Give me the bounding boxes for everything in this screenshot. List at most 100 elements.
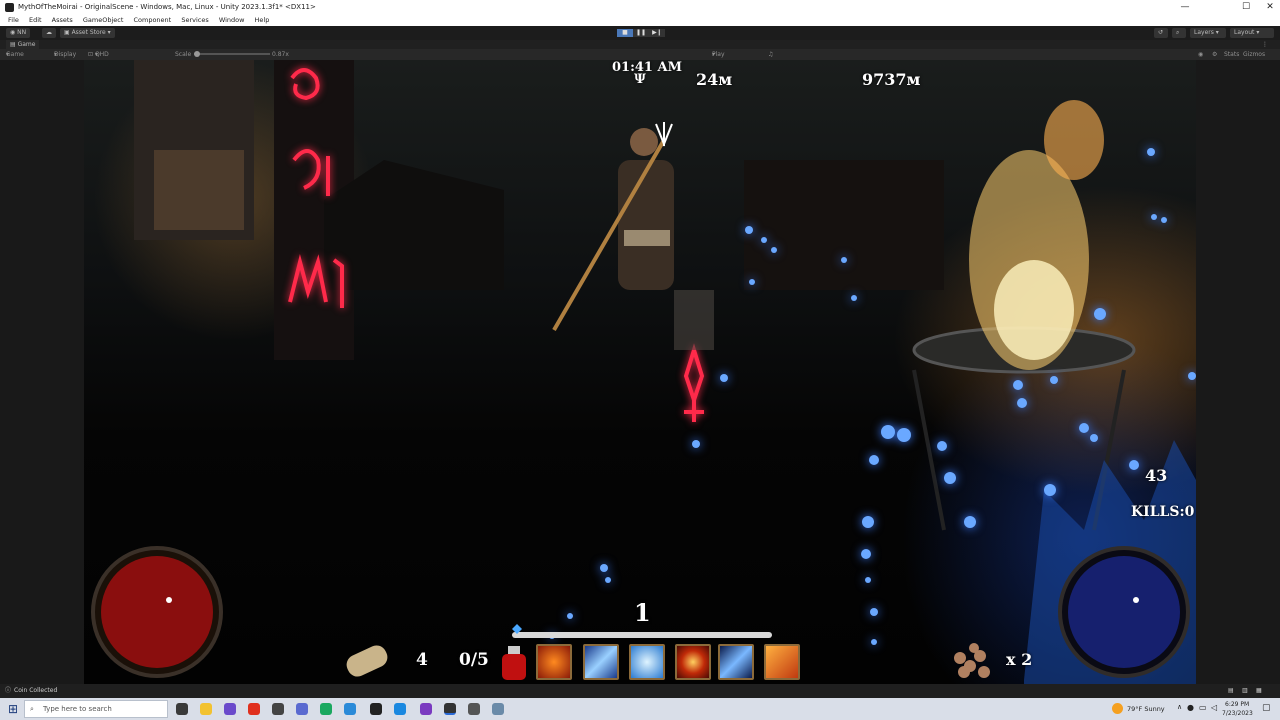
game-viewport[interactable]: 01:41 AM Ψ 24м 9737м 1 4 0/5 43 KILLS:0 … [84, 60, 1196, 684]
maximize-button[interactable]: ☐ [1242, 2, 1250, 12]
file-explorer-icon[interactable] [200, 703, 212, 715]
hero-character [552, 122, 714, 350]
stats-button[interactable]: Stats [1224, 49, 1239, 60]
mute-audio-icon[interactable]: ♫ [768, 49, 773, 60]
house-window [154, 150, 244, 230]
depth-counter: 24м [696, 70, 733, 89]
blade-skill-icon[interactable] [764, 644, 800, 680]
cube-app-icon[interactable] [468, 703, 480, 715]
trident-icon: Ψ [634, 72, 646, 87]
weather-text[interactable]: 79°F Sunny [1127, 705, 1165, 713]
taskbar-search-box[interactable]: ⌕ Type here to search [24, 700, 168, 718]
scale-value: 0.87x [272, 51, 289, 58]
settings-icon[interactable]: ⚙ [1212, 49, 1217, 60]
unity-logo-icon [5, 3, 14, 12]
task-view-icon[interactable] [176, 703, 188, 715]
visual-studio-icon[interactable] [420, 703, 432, 715]
menu-assets[interactable]: Assets [52, 15, 73, 26]
weather-icon[interactable] [1112, 703, 1123, 714]
game-view-toolbar: Game ▾ Display 1 ▾ ⊡ QHD (2560x1440) ▾ S… [0, 49, 1280, 69]
more-options-icon[interactable]: ⋮ [1262, 40, 1268, 49]
mana-orb-glint [1133, 597, 1139, 603]
game-tab-bar: ▤ Game ⋮ [0, 40, 1280, 49]
account-button[interactable]: ◉ NN [6, 28, 31, 38]
taskbar-date[interactable]: 7/23/2023 [1222, 710, 1253, 717]
menu-file[interactable]: File [8, 15, 19, 26]
asset-store-button[interactable]: ▣ Asset Store ▾ [60, 28, 115, 38]
ammo-count: 43 [1145, 466, 1168, 485]
console-message[interactable]: Coin Collected [14, 684, 57, 698]
volume-icon[interactable]: ◁ [1211, 703, 1217, 712]
player-level: 1 [634, 598, 651, 627]
game-view-letterbox-right [1196, 60, 1280, 684]
unity-hub-icon[interactable] [370, 703, 382, 715]
game-mode-dropdown[interactable]: Game ▾ [6, 49, 24, 60]
play-icon[interactable]: ■ [617, 29, 633, 37]
scale-slider-handle[interactable] [194, 51, 200, 57]
menu-services[interactable]: Services [181, 15, 208, 26]
distant-house [744, 160, 944, 290]
windows-start-icon[interactable]: ⊞ [8, 702, 18, 716]
media-app-icon[interactable] [248, 703, 260, 715]
lightning-skill-icon[interactable] [583, 644, 619, 680]
unity-editor-icon[interactable] [444, 703, 456, 715]
kills-counter: KILLS:0 [1131, 504, 1195, 520]
discord-icon[interactable] [296, 703, 308, 715]
network-icon[interactable]: ▭ [1199, 703, 1207, 712]
distance-counter: 9737м [862, 70, 921, 89]
game-view-letterbox-left [0, 60, 84, 684]
minimize-button[interactable]: — [1170, 0, 1200, 15]
health-orb [101, 556, 213, 668]
tab-game[interactable]: ▤ Game [6, 40, 40, 49]
fire-swirl-skill-icon[interactable] [675, 644, 711, 680]
menu-window[interactable]: Window [219, 15, 245, 26]
experience-bar [512, 632, 772, 638]
frost-skill-icon[interactable] [629, 644, 665, 680]
mana-orb [1068, 556, 1180, 668]
scroll-count: 4 [416, 650, 428, 670]
debug-icon[interactable]: ▤ [1228, 684, 1234, 698]
menu-edit[interactable]: Edit [29, 15, 42, 26]
menu-component[interactable]: Component [133, 15, 171, 26]
storm-skill-icon[interactable] [718, 644, 754, 680]
coin-count: x 2 [1006, 650, 1033, 669]
taskbar-search-placeholder: Type here to search [43, 705, 112, 713]
layout-dropdown[interactable]: Layout ▾ [1230, 28, 1274, 38]
app-icon[interactable] [272, 703, 284, 715]
photo-app-icon[interactable] [344, 703, 356, 715]
taskbar-time[interactable]: 6:29 PM [1225, 701, 1249, 708]
scale-label: Scale [175, 51, 192, 58]
visibility-icon[interactable]: ◉ [1198, 49, 1203, 60]
cloud-icon[interactable]: ☁ [42, 28, 56, 38]
menu-bar: File Edit Assets GameObject Component Se… [0, 15, 1280, 26]
display-dropdown[interactable]: Display 1 ▾ [54, 49, 76, 69]
chrome-icon[interactable] [320, 703, 332, 715]
messenger-icon[interactable] [224, 703, 236, 715]
window-title-bar: MythOfTheMoirai - OriginalScene - Window… [0, 0, 1280, 15]
editor-status-bar: ⓘ Coin Collected ▤ ▥ ▦ [0, 684, 1280, 698]
tray-chevron-icon[interactable]: ∧ [1177, 703, 1182, 711]
resolution-dropdown[interactable]: ⊡ QHD (2560x1440) ▾ [88, 49, 134, 69]
play-focused-dropdown[interactable]: Play Focused ▾ [712, 49, 737, 69]
gizmos-button[interactable]: Gizmos [1243, 49, 1265, 60]
progress-icon[interactable]: ▥ [1242, 684, 1248, 698]
close-button[interactable]: ✕ [1255, 0, 1280, 15]
history-icon[interactable]: ↺ [1154, 28, 1168, 38]
notifications-icon[interactable]: ▢ [1262, 703, 1271, 713]
edge-icon[interactable] [394, 703, 406, 715]
scale-slider[interactable] [194, 53, 270, 55]
menu-help[interactable]: Help [255, 15, 270, 26]
menu-gameobject[interactable]: GameObject [83, 15, 124, 26]
health-potion-icon [502, 646, 526, 680]
fire-skill-icon[interactable] [536, 644, 572, 680]
notepad-icon[interactable] [492, 703, 504, 715]
windows-taskbar: ⊞ ⌕ Type here to search 79°F Sunny ∧ ● ▭… [0, 698, 1280, 720]
search-icon[interactable]: ⌕ [1172, 28, 1186, 38]
potion-count: 0/5 [459, 650, 489, 670]
layers-dropdown[interactable]: Layers ▾ [1190, 28, 1226, 38]
step-icon[interactable]: ▶❙ [649, 29, 665, 37]
microphone-icon[interactable]: ● [1187, 703, 1194, 712]
collab-icon[interactable]: ▦ [1256, 684, 1262, 698]
rune-glyph-4 [683, 343, 705, 422]
pause-icon[interactable]: ❚❚ [633, 29, 649, 37]
